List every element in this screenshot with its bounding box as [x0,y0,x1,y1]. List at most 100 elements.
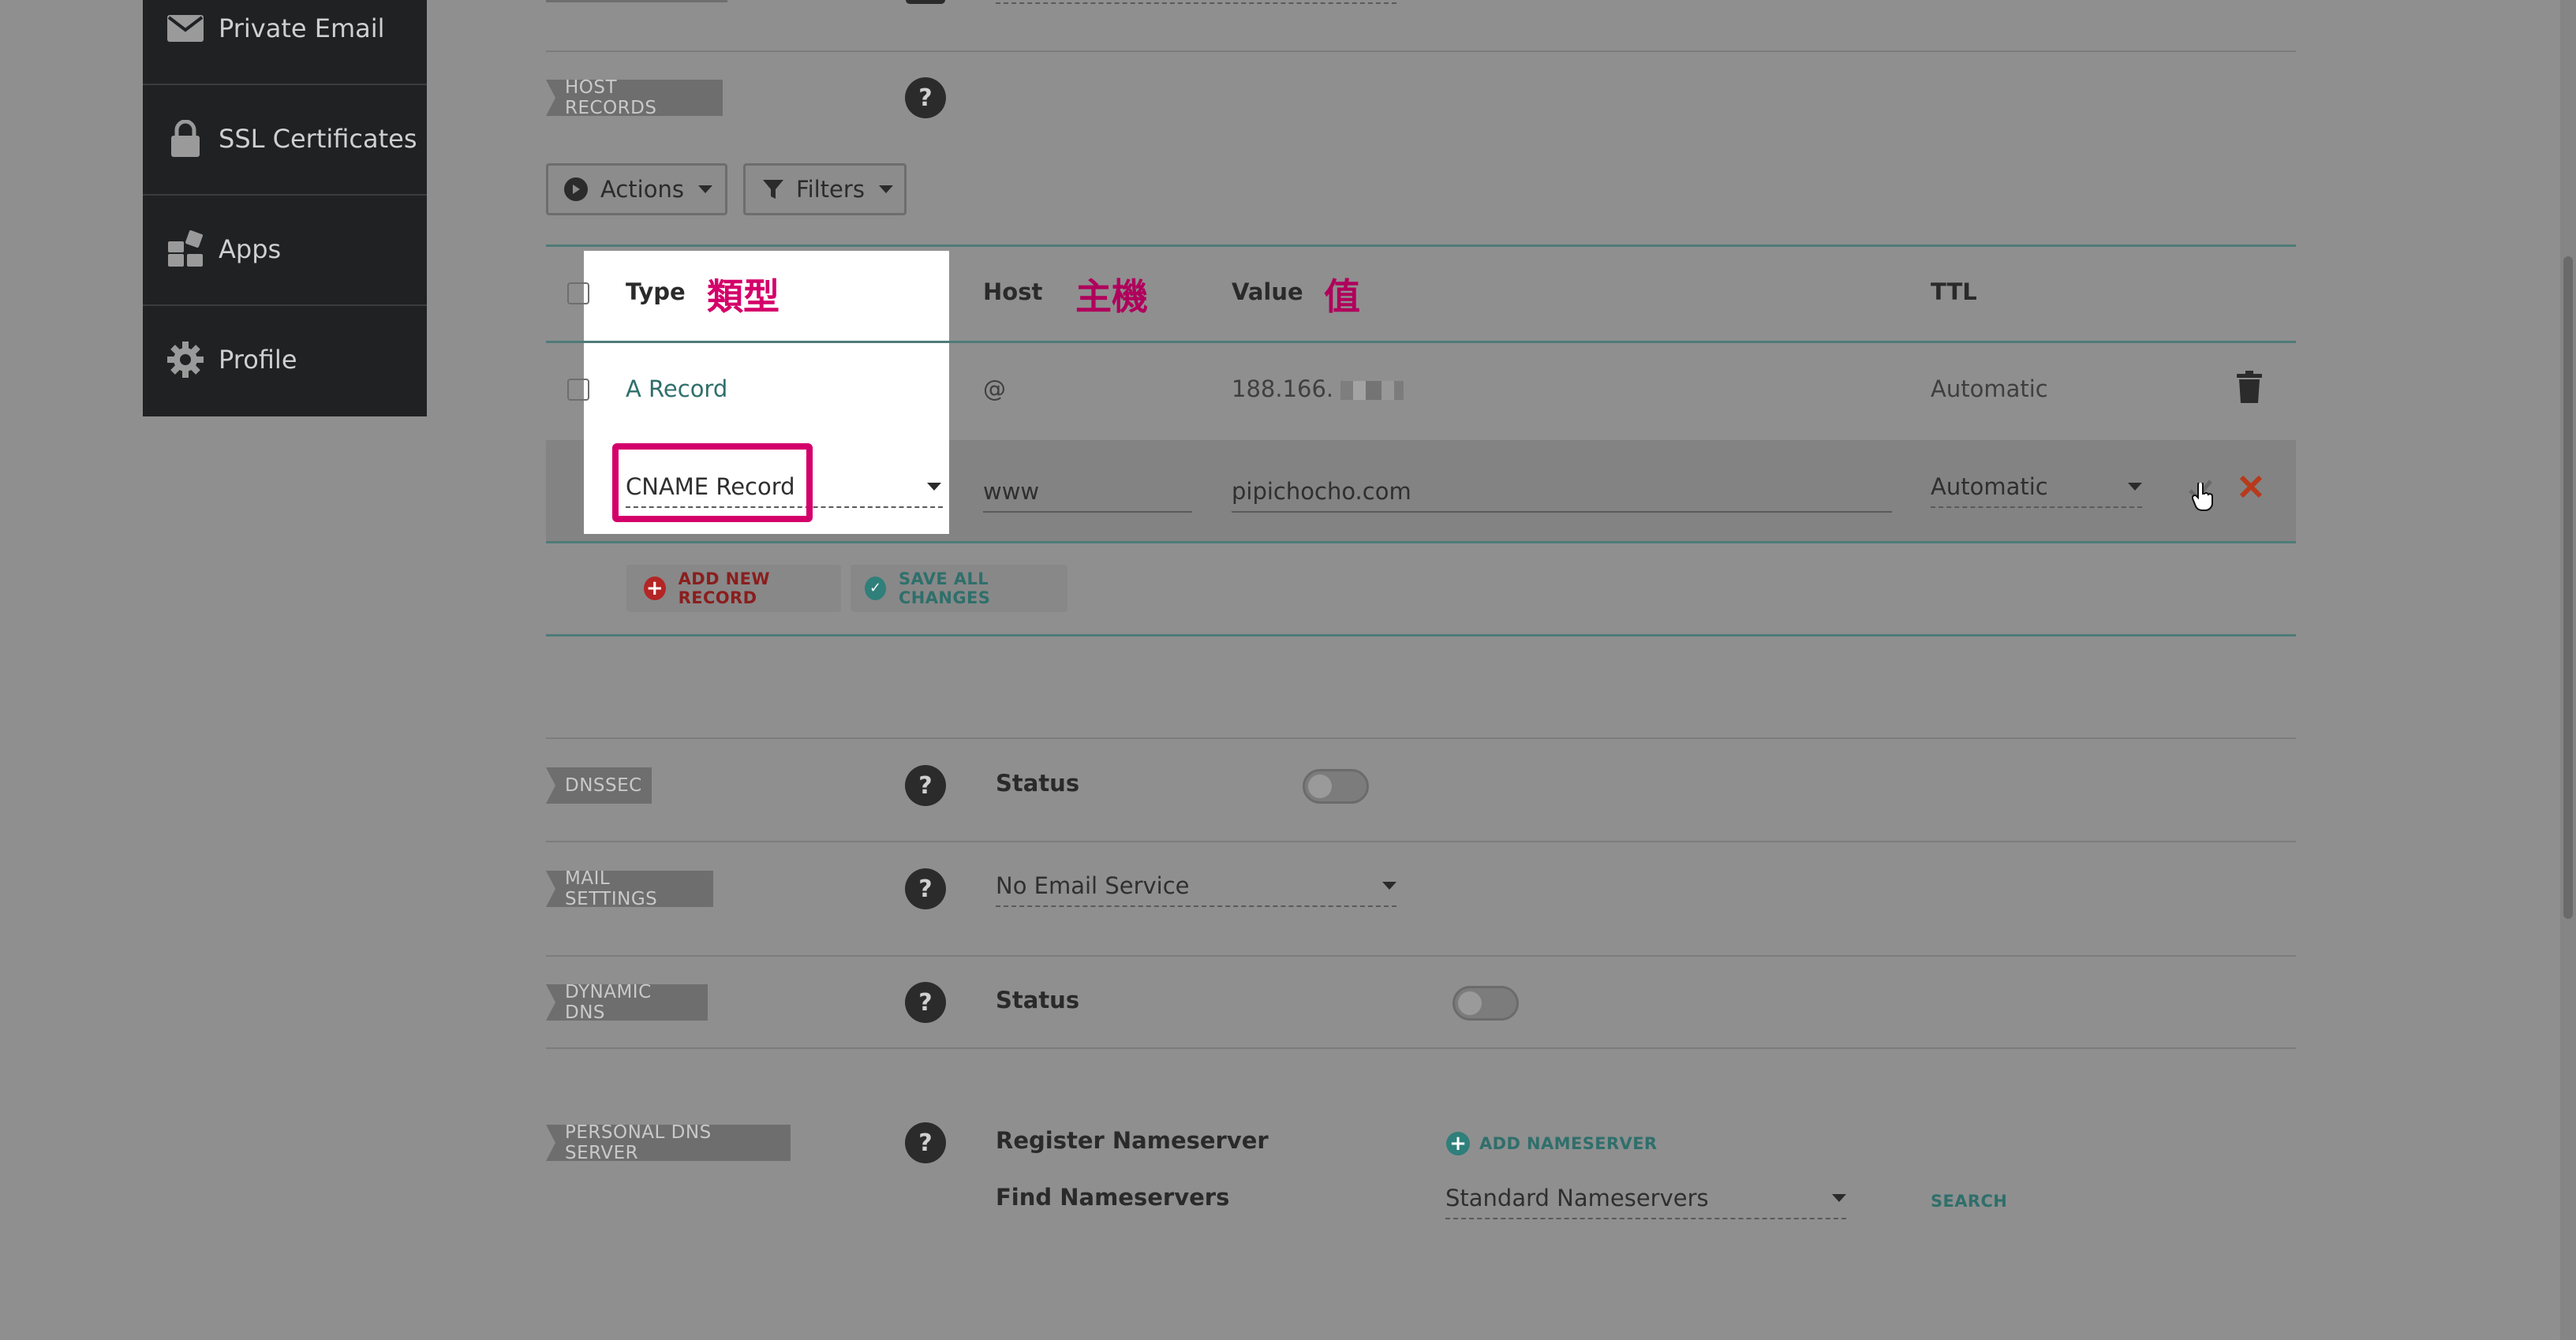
actions-button[interactable]: Actions [546,163,727,215]
help-icon-label: ? [918,988,933,1017]
host-records-bottom-border [546,634,2296,636]
host-records-tag: HOST RECORDS [546,77,723,118]
personal-dns-server-tag-label: PERSONAL DNS SERVER [565,1122,712,1163]
row-ttl[interactable]: Automatic [1931,375,2048,402]
filter-icon [761,177,785,201]
gear-icon [166,341,204,379]
ttl-select-value: Automatic [1931,473,2048,500]
row-value-text: 188.166. [1232,375,1334,402]
mail-settings-tag-label: MAIL SETTINGS [565,868,658,909]
dnssec-status-toggle[interactable] [1303,769,1369,804]
host-input-value: www [983,478,1040,505]
ttl-select[interactable]: Automatic [1931,472,2142,508]
sidebar-item-label: Private Email [219,13,385,43]
redacted-value-blur [1340,381,1404,400]
sidebar-item-ssl-certificates[interactable]: SSL Certificates [143,84,427,196]
mail-settings-value: No Email Service [996,872,1190,899]
trash-icon[interactable] [2236,371,2263,407]
row-host[interactable]: @ [983,375,1006,402]
sidebar: Private Email SSL Certificates Apps Prof… [143,0,427,416]
actions-label: Actions [600,176,684,203]
mail-settings-tag: MAIL SETTINGS [546,868,713,909]
help-icon-label: ? [918,84,933,112]
select-all-checkbox[interactable] [567,282,589,304]
chevron-down-icon [697,185,712,193]
register-nameserver-label: Register Nameserver [996,1127,1269,1154]
mail-settings-select[interactable]: No Email Service [996,871,1396,907]
column-header-value[interactable]: Value [1232,278,1303,305]
dynamic-dns-tag: DYNAMIC DNS [546,982,708,1023]
column-header-ttl[interactable]: TTL [1931,278,1977,305]
save-all-changes-button[interactable]: ✓ SAVE ALL CHANGES [851,565,1067,612]
section-divider [546,841,2296,842]
row-type[interactable]: A Record [626,375,727,402]
toggle-knob [1458,991,1482,1015]
search-button[interactable]: SEARCH [1931,1192,2007,1211]
previous-help-icon-edge [906,0,945,4]
pointer-cursor-icon [2191,481,2214,514]
save-all-changes-label: SAVE ALL CHANGES [898,569,991,607]
table-top-border [546,244,2296,247]
lock-icon [166,120,204,158]
chevron-down-icon [878,185,893,193]
apps-grid-icon [166,230,204,268]
column-header-host[interactable]: Host [983,278,1042,305]
highlight-box [612,443,813,522]
help-icon[interactable]: ? [905,765,946,806]
help-icon[interactable]: ? [905,868,946,909]
help-icon-label: ? [918,1129,933,1157]
annotation-type: 類型 [707,275,780,318]
find-nameservers-select[interactable]: Standard Nameservers [1445,1183,1846,1219]
sidebar-item-private-email[interactable]: Private Email [143,0,427,85]
add-new-record-label: ADD NEW RECORD [678,569,770,607]
sidebar-item-label: Profile [219,345,297,375]
help-icon[interactable]: ? [905,982,946,1023]
dynamic-dns-status-toggle[interactable] [1453,986,1519,1021]
scrollbar-thumb[interactable] [2563,256,2573,919]
dynamic-dns-status-label: Status [996,987,1080,1013]
help-icon-label: ? [918,771,933,800]
table-header-border [546,341,2296,343]
dnssec-status-label: Status [996,770,1080,797]
section-divider [546,1047,2296,1049]
previous-section-tag-edge [546,0,727,2]
chevron-down-icon [1832,1194,1846,1202]
chevron-down-icon [2128,483,2142,491]
help-icon[interactable]: ? [905,77,946,118]
find-nameservers-label: Find Nameservers [996,1184,1230,1211]
previous-dropdown-edge [996,0,1396,4]
sidebar-item-apps[interactable]: Apps [143,194,427,306]
dnssec-tag: DNSSEC [546,767,652,804]
check-circle-icon: ✓ [865,577,886,600]
add-new-record-button[interactable]: + ADD NEW RECORD [626,565,841,612]
dynamic-dns-tag-label: DYNAMIC DNS [565,982,652,1023]
sidebar-item-label: Apps [219,234,282,264]
section-divider [546,737,2296,739]
help-icon-label: ? [918,875,933,903]
filters-button[interactable]: Filters [743,163,907,215]
row-checkbox[interactable] [567,379,589,401]
plus-circle-icon: + [1446,1132,1470,1155]
personal-dns-server-tag: PERSONAL DNS SERVER [546,1122,791,1163]
envelope-icon [166,9,204,47]
chevron-down-icon [1382,882,1396,890]
row-value[interactable]: 188.166. [1232,375,1404,402]
toggle-knob [1308,775,1332,798]
annotation-host: 主機 [1075,275,1148,318]
host-records-tag-label: HOST RECORDS [565,77,657,118]
section-divider [546,955,2296,957]
cancel-row-close-icon[interactable] [2239,475,2263,502]
value-input[interactable]: pipichocho.com [1232,476,1892,513]
help-icon[interactable]: ? [905,1122,946,1163]
play-circle-icon [564,177,588,201]
edit-row-border [546,541,2296,543]
column-header-type[interactable]: Type [626,278,686,305]
filters-label: Filters [796,176,865,203]
plus-circle-icon: + [644,577,666,600]
find-nameservers-value: Standard Nameservers [1445,1185,1709,1211]
chevron-down-icon [927,483,941,491]
sidebar-item-profile[interactable]: Profile [143,304,427,415]
host-input[interactable]: www [983,476,1192,513]
add-nameserver-label: ADD NAMESERVER [1479,1134,1658,1153]
add-nameserver-button[interactable]: + ADD NAMESERVER [1446,1132,1658,1155]
